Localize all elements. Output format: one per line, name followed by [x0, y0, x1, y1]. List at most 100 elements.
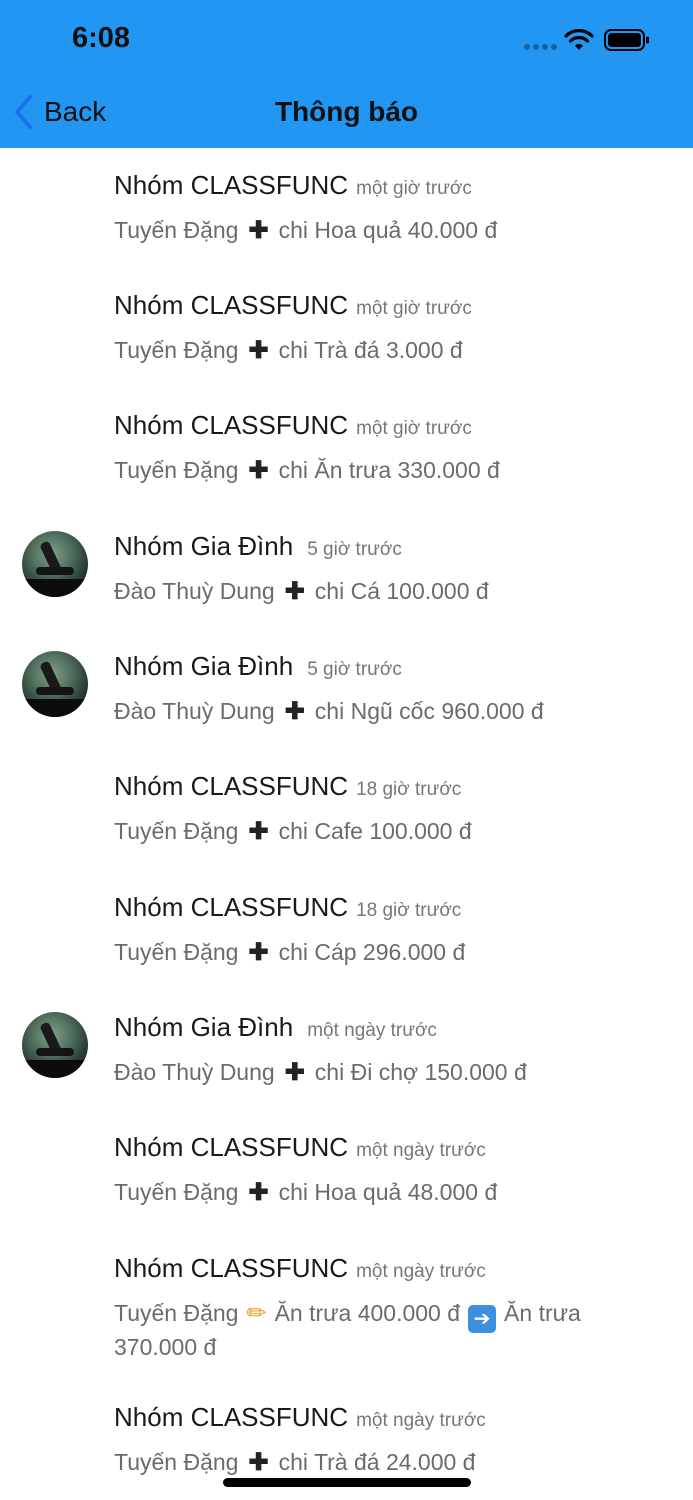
group-name: Nhóm CLASSFUNC [114, 170, 349, 200]
plus-icon: ✚ [284, 578, 305, 605]
plus-icon: ✚ [248, 337, 269, 364]
notification-item[interactable]: Nhóm CLASSFUNC một ngày trước Tuyến Đặng ✏ Ă… [0, 1231, 693, 1380]
notification-header: Nhóm CLASSFUNC một ngày trước [114, 1402, 486, 1433]
time-ago: một giờ trước [356, 178, 472, 199]
user-name: Đào Thuỳ Dung [114, 1059, 275, 1085]
notification-detail: Đào Thuỳ Dung ✚ chi Đi chợ 150.000 đ [114, 1058, 654, 1087]
expense-text: chi Ăn trưa 330.000 đ [278, 457, 500, 483]
notification-item[interactable]: Nhóm CLASSFUNC 18 giờ trước Tuyến Đặng ✚ chi… [0, 749, 693, 870]
expense-text: chi Đi chợ 150.000 đ [314, 1059, 527, 1085]
user-name: Tuyến Đặng [114, 1179, 239, 1205]
back-button[interactable]: Back [12, 92, 106, 132]
expense-text: chi Cáp 296.000 đ [278, 939, 466, 965]
expense-text: chi Cafe 100.000 đ [278, 818, 472, 844]
user-name: Đào Thuỳ Dung [114, 698, 275, 724]
notification-header: Nhóm CLASSFUNC một ngày trước [114, 1253, 486, 1284]
notification-item[interactable]: Nhóm CLASSFUNC 18 giờ trước Tuyến Đặng ✚ chi… [0, 870, 693, 990]
group-name: Nhóm Gia Đình [114, 1012, 294, 1042]
plus-icon: ✚ [284, 698, 305, 725]
notification-item[interactable]: Nhóm Gia Đình một ngày trước Đào Thuỳ Dung… [0, 990, 693, 1110]
notification-header: Nhóm CLASSFUNC một giờ trước [114, 170, 472, 201]
notification-detail: Đào Thuỳ Dung ✚ chi Cá 100.000 đ [114, 577, 654, 606]
time-ago: một ngày trước [356, 1140, 486, 1161]
group-name: Nhóm Gia Đình [114, 531, 294, 561]
pencil-icon: ✏ [246, 1300, 267, 1327]
expense-text: chi Trà đá 3.000 đ [278, 337, 463, 363]
notification-item[interactable]: Nhóm CLASSFUNC một giờ trước Tuyến Đặng ✚ ch… [0, 148, 693, 268]
plus-icon: ✚ [248, 1179, 269, 1206]
notification-item[interactable]: Nhóm CLASSFUNC một giờ trước Tuyến Đặng ✚ ch… [0, 268, 693, 388]
plus-icon: ✚ [248, 457, 269, 484]
user-name: Đào Thuỳ Dung [114, 578, 275, 604]
signal-icon [524, 44, 558, 50]
notification-detail: Tuyến Đặng ✚ chi Cafe 100.000 đ [114, 817, 654, 846]
notification-detail: Tuyến Đặng ✚ chi Ăn trưa 330.000 đ [114, 456, 654, 485]
group-name: Nhóm CLASSFUNC [114, 290, 349, 320]
user-name: Tuyến Đặng [114, 457, 239, 483]
right-arrow-icon: ➔ [468, 1305, 497, 1333]
notification-header: Nhóm CLASSFUNC một giờ trước [114, 410, 472, 441]
avatar [22, 1012, 88, 1078]
notification-item[interactable]: Nhóm CLASSFUNC một ngày trước Tuyến Đặng ✚ c… [0, 1110, 693, 1231]
notification-detail: Tuyến Đặng ✚ chi Hoa quả 48.000 đ [114, 1178, 654, 1207]
notification-detail: Tuyến Đặng ✚ chi Hoa quả 40.000 đ [114, 216, 654, 245]
user-name: Tuyến Đặng [114, 337, 239, 363]
wifi-icon [564, 29, 594, 50]
user-name: Tuyến Đặng [114, 939, 239, 965]
notification-header: Nhóm Gia Đình 5 giờ trước [114, 651, 402, 682]
notification-detail: Đào Thuỳ Dung ✚ chi Ngũ cốc 960.000 đ [114, 697, 654, 726]
time-ago: một ngày trước [356, 1410, 486, 1431]
group-name: Nhóm CLASSFUNC [114, 1132, 349, 1162]
battery-icon [604, 29, 649, 51]
navigation-bar: 6:08 Thông báo Back [0, 0, 693, 148]
notification-header: Nhóm CLASSFUNC 18 giờ trước [114, 771, 461, 802]
user-name: Tuyến Đặng [114, 818, 239, 844]
expense-text: chi Ngũ cốc 960.000 đ [314, 698, 544, 724]
plus-icon: ✚ [284, 1059, 305, 1086]
expense-text: chi Trà đá 24.000 đ [278, 1449, 476, 1475]
time-ago: 5 giờ trước [307, 539, 402, 560]
user-name: Tuyến Đặng [114, 1300, 239, 1326]
notification-header: Nhóm Gia Đình một ngày trước [114, 1012, 437, 1043]
notification-detail: Tuyến Đặng ✚ chi Trà đá 24.000 đ [114, 1448, 654, 1477]
notification-detail: Tuyến Đặng ✚ chi Cáp 296.000 đ [114, 938, 654, 967]
user-name: Tuyến Đặng [114, 1449, 239, 1475]
notification-header: Nhóm CLASSFUNC một giờ trước [114, 290, 472, 321]
time-ago: một giờ trước [356, 418, 472, 439]
time-ago: 5 giờ trước [307, 659, 402, 680]
plus-icon: ✚ [248, 217, 269, 244]
group-name: Nhóm CLASSFUNC [114, 892, 349, 922]
notification-header: Nhóm CLASSFUNC một ngày trước [114, 1132, 486, 1163]
notification-item[interactable]: Nhóm Gia Đình 5 giờ trước Đào Thuỳ Dung ✚ ch… [0, 629, 693, 749]
plus-icon: ✚ [248, 1449, 269, 1476]
group-name: Nhóm CLASSFUNC [114, 1253, 349, 1283]
back-label: Back [44, 96, 107, 127]
expense-text: chi Cá 100.000 đ [314, 578, 489, 604]
status-time: 6:08 [72, 22, 131, 54]
time-ago: một ngày trước [307, 1020, 437, 1041]
notification-header: Nhóm CLASSFUNC 18 giờ trước [114, 892, 461, 923]
notification-item[interactable]: Nhóm Gia Đình 5 giờ trước Đào Thuỳ Dung ✚ ch… [0, 509, 693, 629]
time-ago: một ngày trước [356, 1261, 486, 1282]
group-name: Nhóm CLASSFUNC [114, 1402, 349, 1432]
user-name: Tuyến Đặng [114, 217, 239, 243]
group-name: Nhóm CLASSFUNC [114, 410, 349, 440]
time-ago: 18 giờ trước [356, 900, 462, 921]
avatar [22, 531, 88, 597]
notification-detail: Tuyến Đặng ✚ chi Trà đá 3.000 đ [114, 336, 654, 365]
plus-icon: ✚ [248, 939, 269, 966]
home-indicator [223, 1478, 471, 1487]
group-name: Nhóm Gia Đình [114, 651, 294, 681]
time-ago: một giờ trước [356, 298, 472, 319]
back-chevron-icon [15, 95, 32, 129]
notification-detail: Tuyến Đặng ✏ Ăn trưa 400.000 đ ➔ Ăn trưa 370… [114, 1299, 654, 1362]
time-ago: 18 giờ trước [356, 779, 462, 800]
expense-text: chi Hoa quả 40.000 đ [278, 217, 498, 243]
group-name: Nhóm CLASSFUNC [114, 771, 349, 801]
avatar [22, 651, 88, 717]
expense-text: chi Hoa quả 48.000 đ [278, 1179, 498, 1205]
expense-text: Ăn trưa 400.000 đ [274, 1300, 461, 1326]
notification-item[interactable]: Nhóm CLASSFUNC một giờ trước Tuyến Đặng ✚ ch… [0, 388, 693, 509]
notification-header: Nhóm Gia Đình 5 giờ trước [114, 531, 402, 562]
plus-icon: ✚ [248, 818, 269, 845]
